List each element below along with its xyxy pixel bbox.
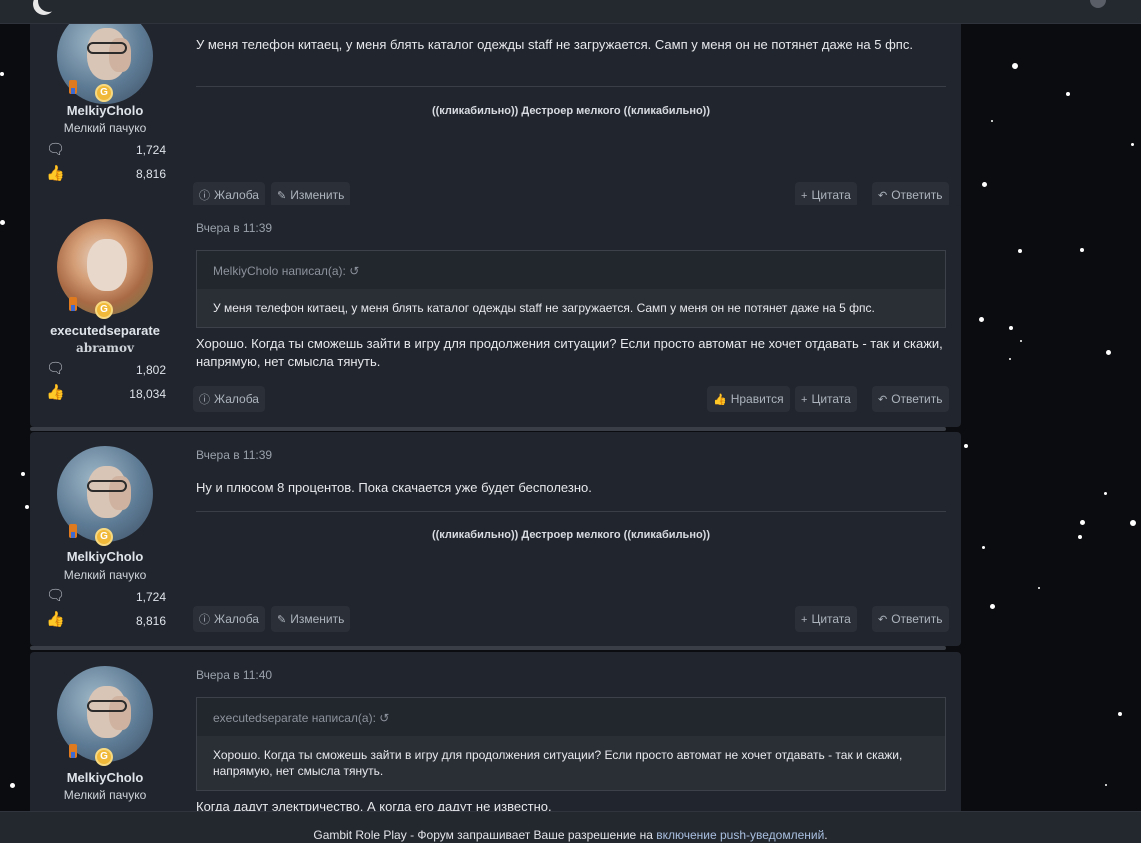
report-button[interactable]: ⓘ Жалоба: [193, 606, 265, 632]
user-avatar-icon[interactable]: [1090, 0, 1106, 8]
messages-icon: 🗨: [46, 360, 66, 377]
pencil-icon: ✎: [277, 614, 287, 626]
report-button[interactable]: ⓘ Жалоба: [193, 386, 265, 412]
quote-text: Хорошо. Когда ты сможешь зайти в игру дл…: [197, 736, 945, 790]
quote-block: MelkiyCholo написал(а): ↺ У меня телефон…: [196, 250, 946, 328]
report-icon: ⓘ: [199, 614, 210, 626]
likes-icon: 👍: [46, 611, 65, 628]
post: G MelkiyCholo Мелкий пачуко 🗨 1,724 👍 8,…: [30, 24, 961, 229]
messages-count: 1,802: [135, 363, 166, 377]
post-date[interactable]: Вчера в 11:39: [196, 221, 272, 235]
reply-icon: ↶: [878, 614, 888, 626]
post: G executedseparate abramov 🗨 1,802 👍 18,…: [30, 205, 961, 431]
username[interactable]: MelkiyCholo: [30, 103, 180, 118]
thumbs-up-icon: 👍: [713, 394, 727, 406]
pencil-icon: ✎: [277, 190, 287, 202]
award-ribbon-icon: [69, 297, 77, 311]
like-button[interactable]: 👍 Нравится: [707, 386, 790, 412]
user-title: Мелкий пачуко: [63, 788, 147, 802]
jump-to-quote-icon[interactable]: ↺: [379, 711, 389, 725]
post-date[interactable]: Вчера в 11:39: [196, 448, 272, 462]
post-date[interactable]: Вчера в 11:40: [196, 668, 272, 682]
quote-block: executedseparate написал(а): ↺ Хорошо. К…: [196, 697, 946, 791]
reply-button[interactable]: ↶ Ответить: [872, 606, 949, 632]
post-message: У меня телефон китаец, у меня блять ката…: [196, 37, 913, 52]
post: G MelkiyCholo Мелкий пачуко Вчера в 11:4…: [30, 652, 961, 814]
edit-button[interactable]: ✎ Изменить: [271, 606, 351, 632]
username[interactable]: executedseparate: [30, 323, 180, 338]
signature-link[interactable]: ((кликабильно)) Дестроер мелкого ((клика…: [196, 105, 946, 117]
reply-icon: ↶: [878, 394, 888, 406]
username[interactable]: MelkiyCholo: [30, 770, 180, 785]
jump-to-quote-icon[interactable]: ↺: [349, 264, 359, 278]
push-notification-bar: Gambit Role Play - Форум запрашивает Ваш…: [0, 811, 1141, 843]
rank-badge-icon: G: [95, 84, 113, 102]
quote-button[interactable]: + Цитата: [795, 606, 857, 632]
user-title: Мелкий пачуко: [63, 121, 147, 135]
messages-count: 1,724: [135, 143, 166, 157]
award-ribbon-icon: [69, 80, 77, 94]
reply-button[interactable]: ↶ Ответить: [872, 386, 949, 412]
post-divider: [30, 646, 946, 650]
username[interactable]: MelkiyCholo: [30, 549, 180, 564]
user-title: Мелкий пачуко: [63, 568, 147, 582]
messages-icon: 🗨: [46, 141, 66, 158]
award-ribbon-icon: [69, 744, 77, 758]
rank-badge-icon: G: [95, 301, 113, 319]
messages-icon: 🗨: [46, 587, 66, 604]
site-logo-moon-icon[interactable]: [38, 0, 60, 12]
plus-icon: +: [801, 190, 808, 202]
enable-push-link[interactable]: включение push-уведомлений: [656, 828, 824, 842]
likes-count: 8,816: [135, 167, 166, 181]
signature-divider: [196, 86, 946, 87]
report-icon: ⓘ: [199, 394, 210, 406]
likes-count: 18,034: [129, 387, 166, 401]
user-title: abramov: [76, 341, 134, 355]
quote-text: У меня телефон китаец, у меня блять ката…: [197, 289, 945, 327]
report-icon: ⓘ: [199, 190, 210, 202]
reply-icon: ↶: [878, 190, 888, 202]
push-prompt-text: Gambit Role Play - Форум запрашивает Ваш…: [313, 828, 653, 842]
quote-header[interactable]: MelkiyCholo написал(а): ↺: [197, 251, 945, 289]
award-ribbon-icon: [69, 524, 77, 538]
post: G MelkiyCholo Мелкий пачуко 🗨 1,724 👍 8,…: [30, 432, 961, 650]
signature-divider: [196, 511, 946, 512]
post-divider: [30, 427, 946, 431]
quote-button[interactable]: + Цитата: [795, 386, 857, 412]
quote-header[interactable]: executedseparate написал(а): ↺: [197, 698, 945, 736]
likes-icon: 👍: [46, 384, 65, 401]
post-message: Ну и плюсом 8 процентов. Пока скачается …: [196, 480, 592, 495]
plus-icon: +: [801, 394, 808, 406]
top-navbar: [0, 0, 1141, 24]
signature-link[interactable]: ((кликабильно)) Дестроер мелкого ((клика…: [196, 529, 946, 541]
messages-count: 1,724: [135, 590, 166, 604]
likes-icon: 👍: [46, 165, 65, 182]
post-message: Хорошо. Когда ты сможешь зайти в игру дл…: [196, 336, 943, 369]
thread-posts: G MelkiyCholo Мелкий пачуко 🗨 1,724 👍 8,…: [30, 24, 961, 814]
plus-icon: +: [801, 614, 808, 626]
likes-count: 8,816: [135, 614, 166, 628]
rank-badge-icon: G: [95, 748, 113, 766]
rank-badge-icon: G: [95, 528, 113, 546]
